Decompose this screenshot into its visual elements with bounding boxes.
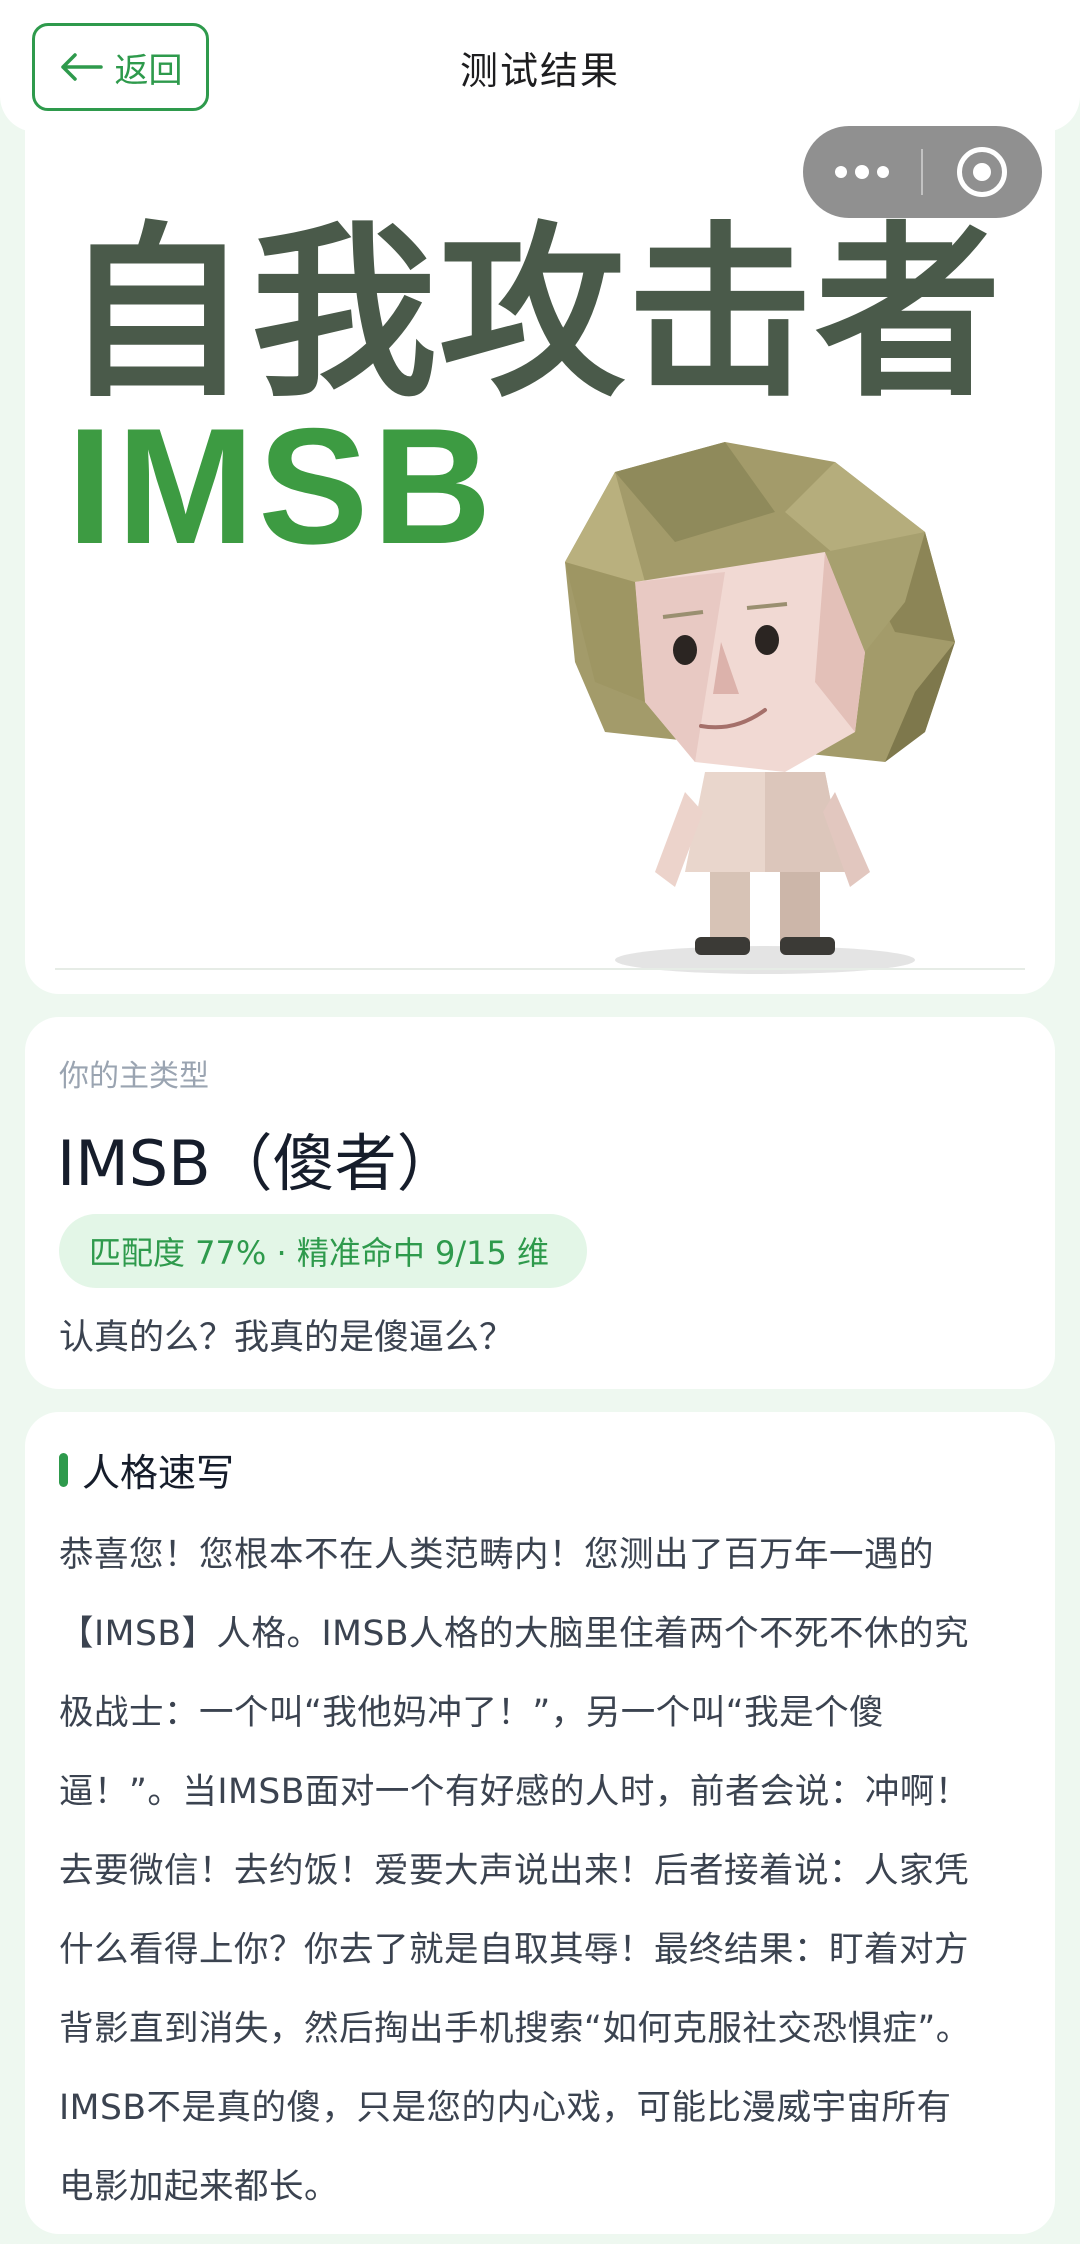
hero-code: IMSB [67,394,496,578]
personality-description: 恭喜您！您根本不在人类范畴内！您测出了百万年一遇的【IMSB】人格。IMSB人格… [59,1535,971,2207]
character-illustration [565,442,955,974]
target-close-icon[interactable] [923,126,1041,218]
section-title-label: 人格速写 [82,1451,235,1495]
personality-sketch-card: 人格速写 恭喜您！您根本不在人类范畴内！您测出了百万年一遇的【IMSB】人格。I… [25,1412,1055,2234]
result-image-card: 自我攻击者 IMSB [25,92,1055,994]
image-divider [55,968,1025,970]
main-type-label: 你的主类型 [59,1059,209,1094]
miniprogram-capsule [803,126,1042,218]
section-title: 人格速写 [59,1442,234,1497]
more-dots-icon[interactable] [803,126,921,218]
match-badge: 匹配度 77% · 精准命中 9/15 维 [59,1214,587,1288]
main-type-card: 你的主类型 IMSB（傻者） 匹配度 77% · 精准命中 9/15 维 认真的… [25,1017,1055,1389]
main-type-name: IMSB（傻者） [57,1127,459,1200]
top-nav-bar: 返回 测试结果 [0,0,1080,132]
type-quote: 认真的么？我真的是傻逼么？ [59,1318,515,1358]
page-title: 测试结果 [459,49,620,93]
section-accent-bar [59,1452,68,1487]
